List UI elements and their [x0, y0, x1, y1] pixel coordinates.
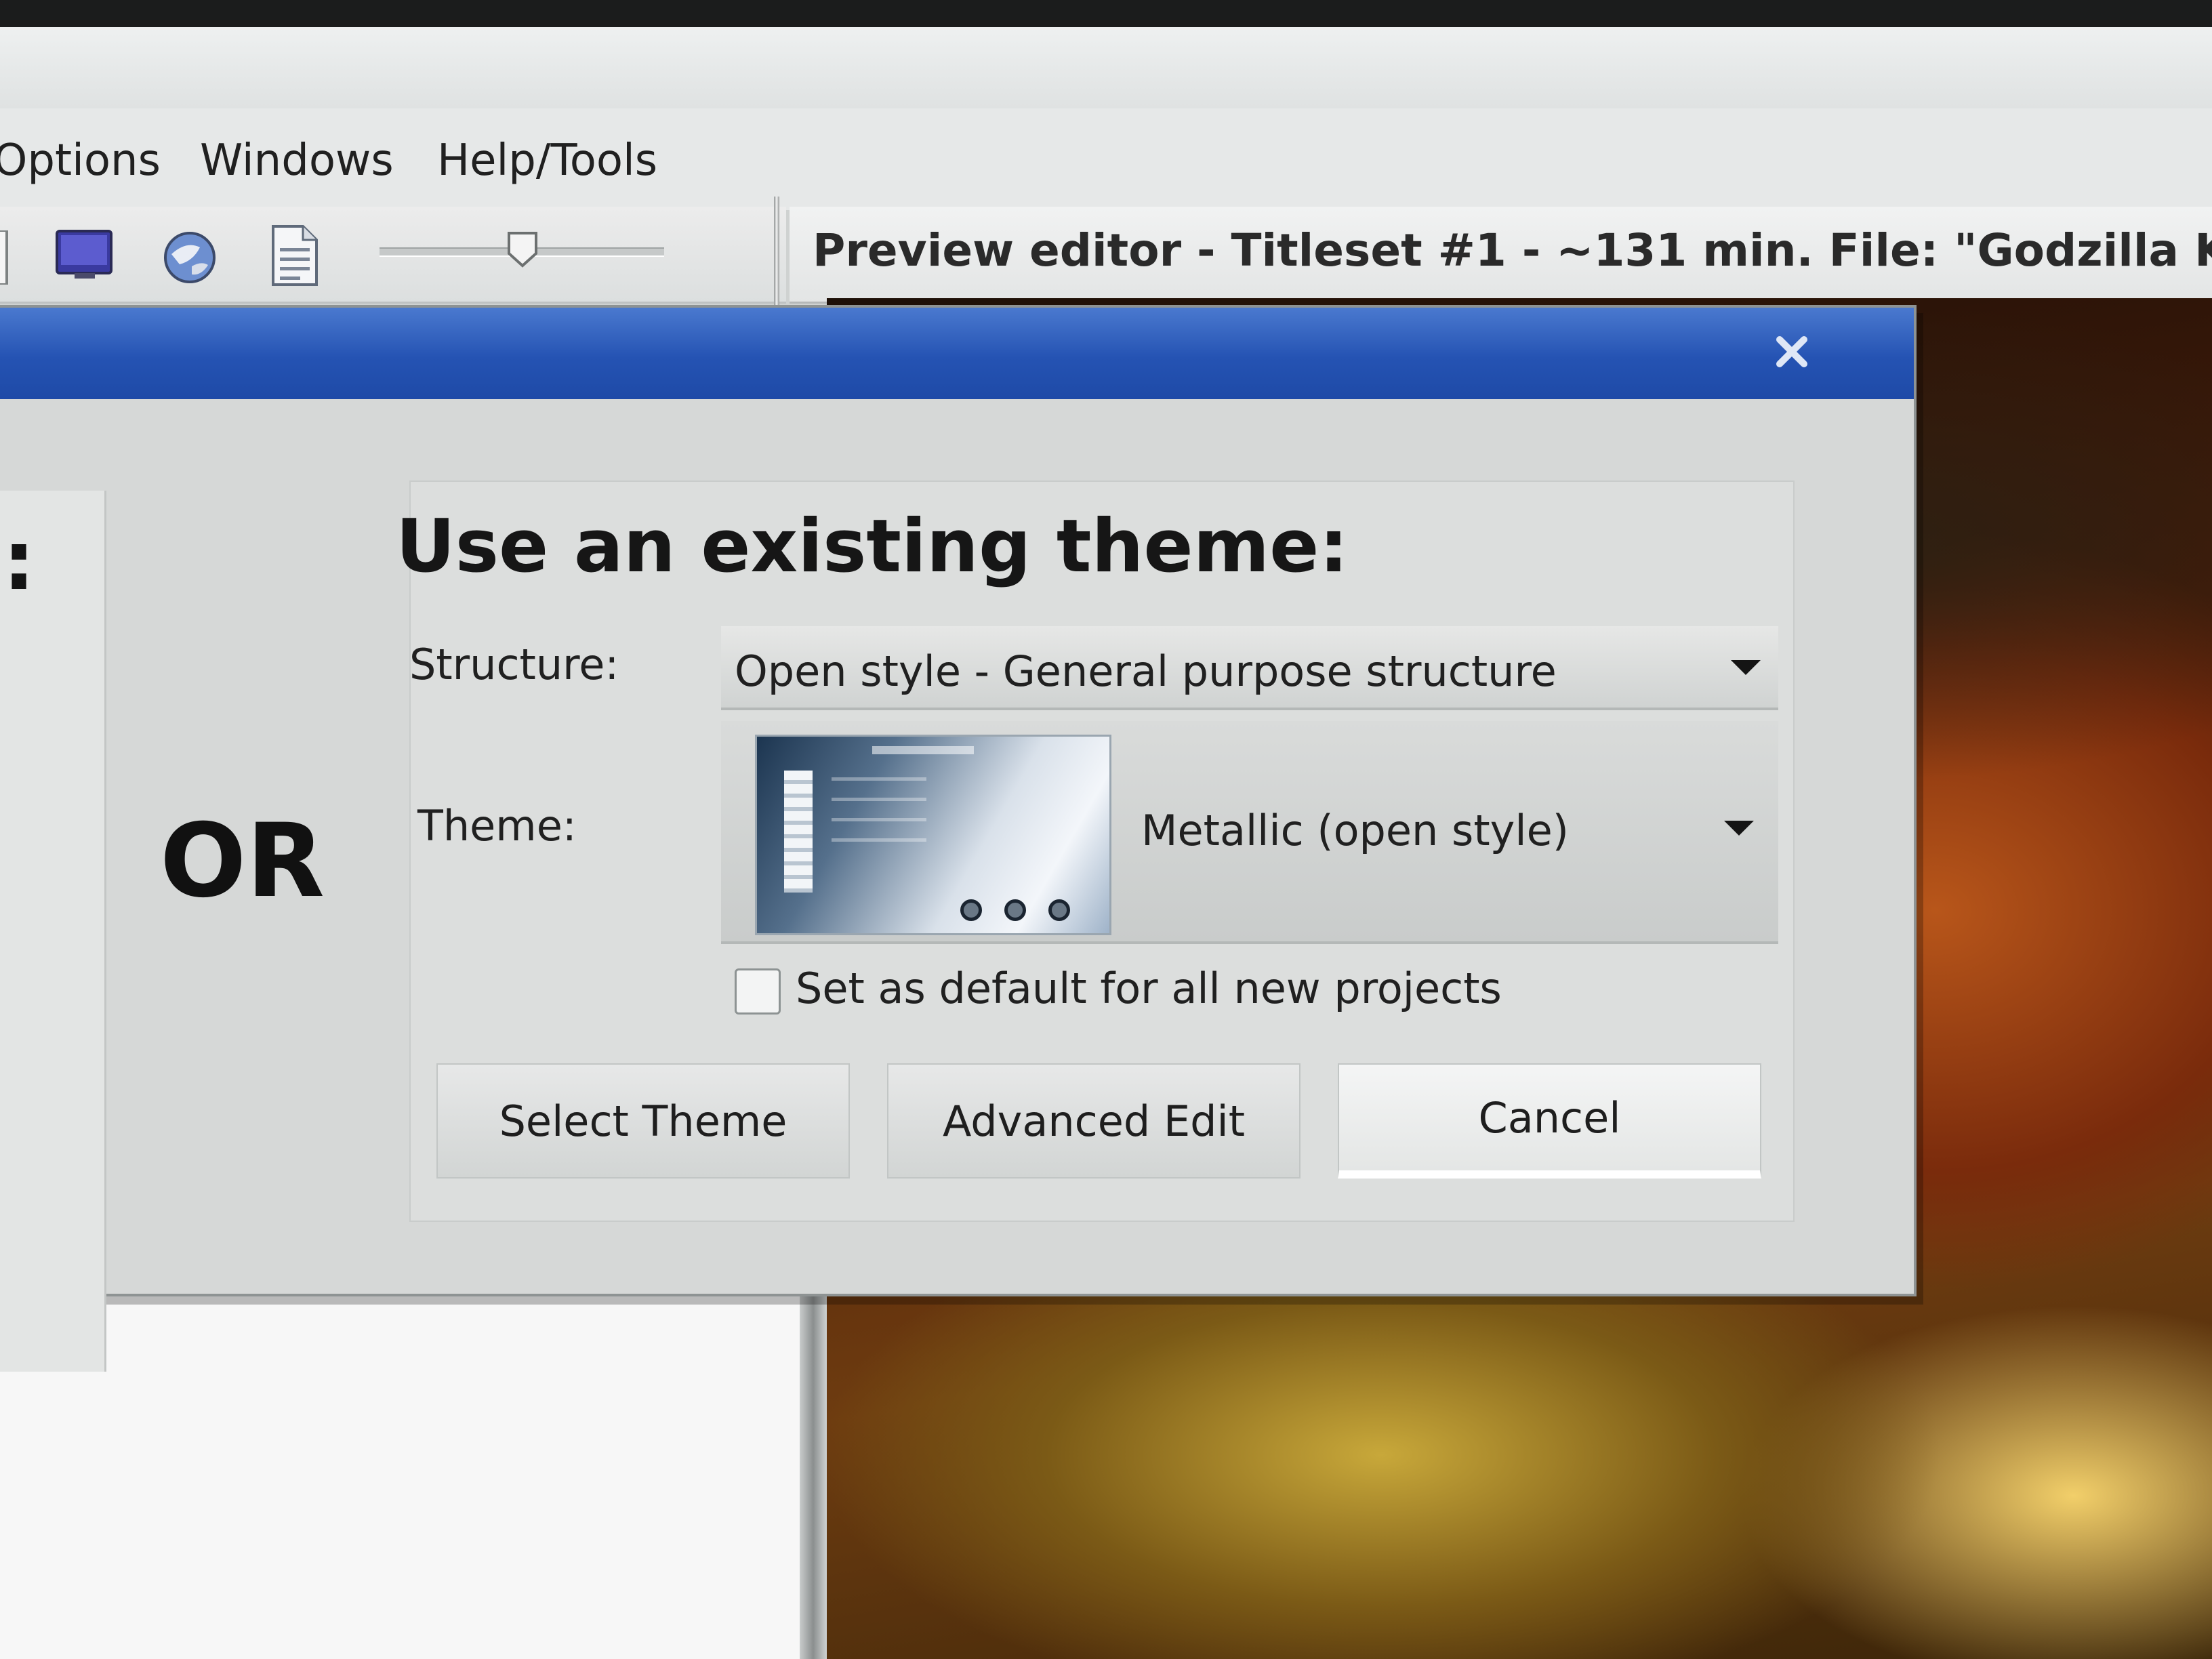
or-separator: OR — [160, 802, 325, 920]
thumbnail-dot-icon — [1048, 899, 1070, 921]
toolbar-edge-icon — [0, 230, 8, 285]
left-panel — [0, 1281, 810, 1659]
menu-bar: Options Windows Help/Tools — [0, 108, 2212, 210]
toolbar-divider — [774, 197, 779, 305]
menu-help-tools[interactable]: Help/Tools — [437, 136, 657, 186]
preview-editor-title: Preview editor - Titleset #1 - ~131 min.… — [813, 224, 2212, 276]
dialog-titlebar[interactable] — [0, 308, 1914, 399]
menu-windows[interactable]: Windows — [200, 136, 394, 186]
theme-thumbnail — [755, 735, 1111, 935]
structure-dropdown[interactable]: Open style - General purpose structure — [721, 626, 1778, 710]
thumbnail-line — [832, 798, 926, 801]
thumbnail-line — [832, 777, 926, 781]
thumbnail-line — [832, 818, 926, 821]
theme-label: Theme: — [417, 801, 577, 851]
globe-icon[interactable] — [159, 227, 220, 288]
default-checkbox-label[interactable]: Set as default for all new projects — [796, 964, 1502, 1013]
theme-value: Metallic (open style) — [1141, 806, 1569, 855]
thumbnail-dot-icon — [960, 899, 982, 921]
advanced-edit-button[interactable]: Advanced Edit — [887, 1063, 1300, 1179]
cancel-button[interactable]: Cancel — [1338, 1063, 1761, 1179]
monitor-bezel — [0, 0, 2212, 27]
close-button[interactable] — [1761, 321, 1822, 382]
structure-value: Open style - General purpose structure — [735, 647, 1557, 696]
thumbnail-dot-icon — [1004, 899, 1026, 921]
panel-splitter[interactable] — [800, 1281, 827, 1659]
menu-options[interactable]: Options — [0, 136, 161, 186]
chevron-down-icon — [1731, 660, 1761, 675]
theme-dropdown[interactable]: Metallic (open style) — [721, 721, 1778, 944]
screen: Options Windows Help/Tools Preview edito… — [0, 0, 2212, 1659]
left-option-group — [0, 491, 106, 1372]
group-title: Use an existing theme: — [396, 504, 1349, 589]
default-checkbox[interactable] — [735, 968, 781, 1015]
thumbnail-line — [832, 838, 926, 842]
chevron-down-icon — [1724, 821, 1754, 836]
left-group-title-fragment: : — [3, 514, 35, 609]
close-icon — [1776, 336, 1807, 367]
thumbnail-heading — [872, 746, 974, 754]
window-preview-icon[interactable] — [54, 227, 115, 281]
theme-dialog: : OR Use an existing theme: Structure: O… — [0, 305, 1917, 1372]
select-theme-button[interactable]: Select Theme — [436, 1063, 850, 1179]
document-icon[interactable] — [268, 224, 322, 288]
toolbar — [0, 207, 786, 304]
app-title-strip — [0, 27, 2212, 110]
thumbnail-sidebar — [784, 771, 813, 893]
structure-label: Structure: — [409, 640, 619, 689]
zoom-slider-thumb[interactable] — [505, 230, 540, 268]
preview-editor-bar: Preview editor - Titleset #1 - ~131 min.… — [790, 207, 2212, 304]
